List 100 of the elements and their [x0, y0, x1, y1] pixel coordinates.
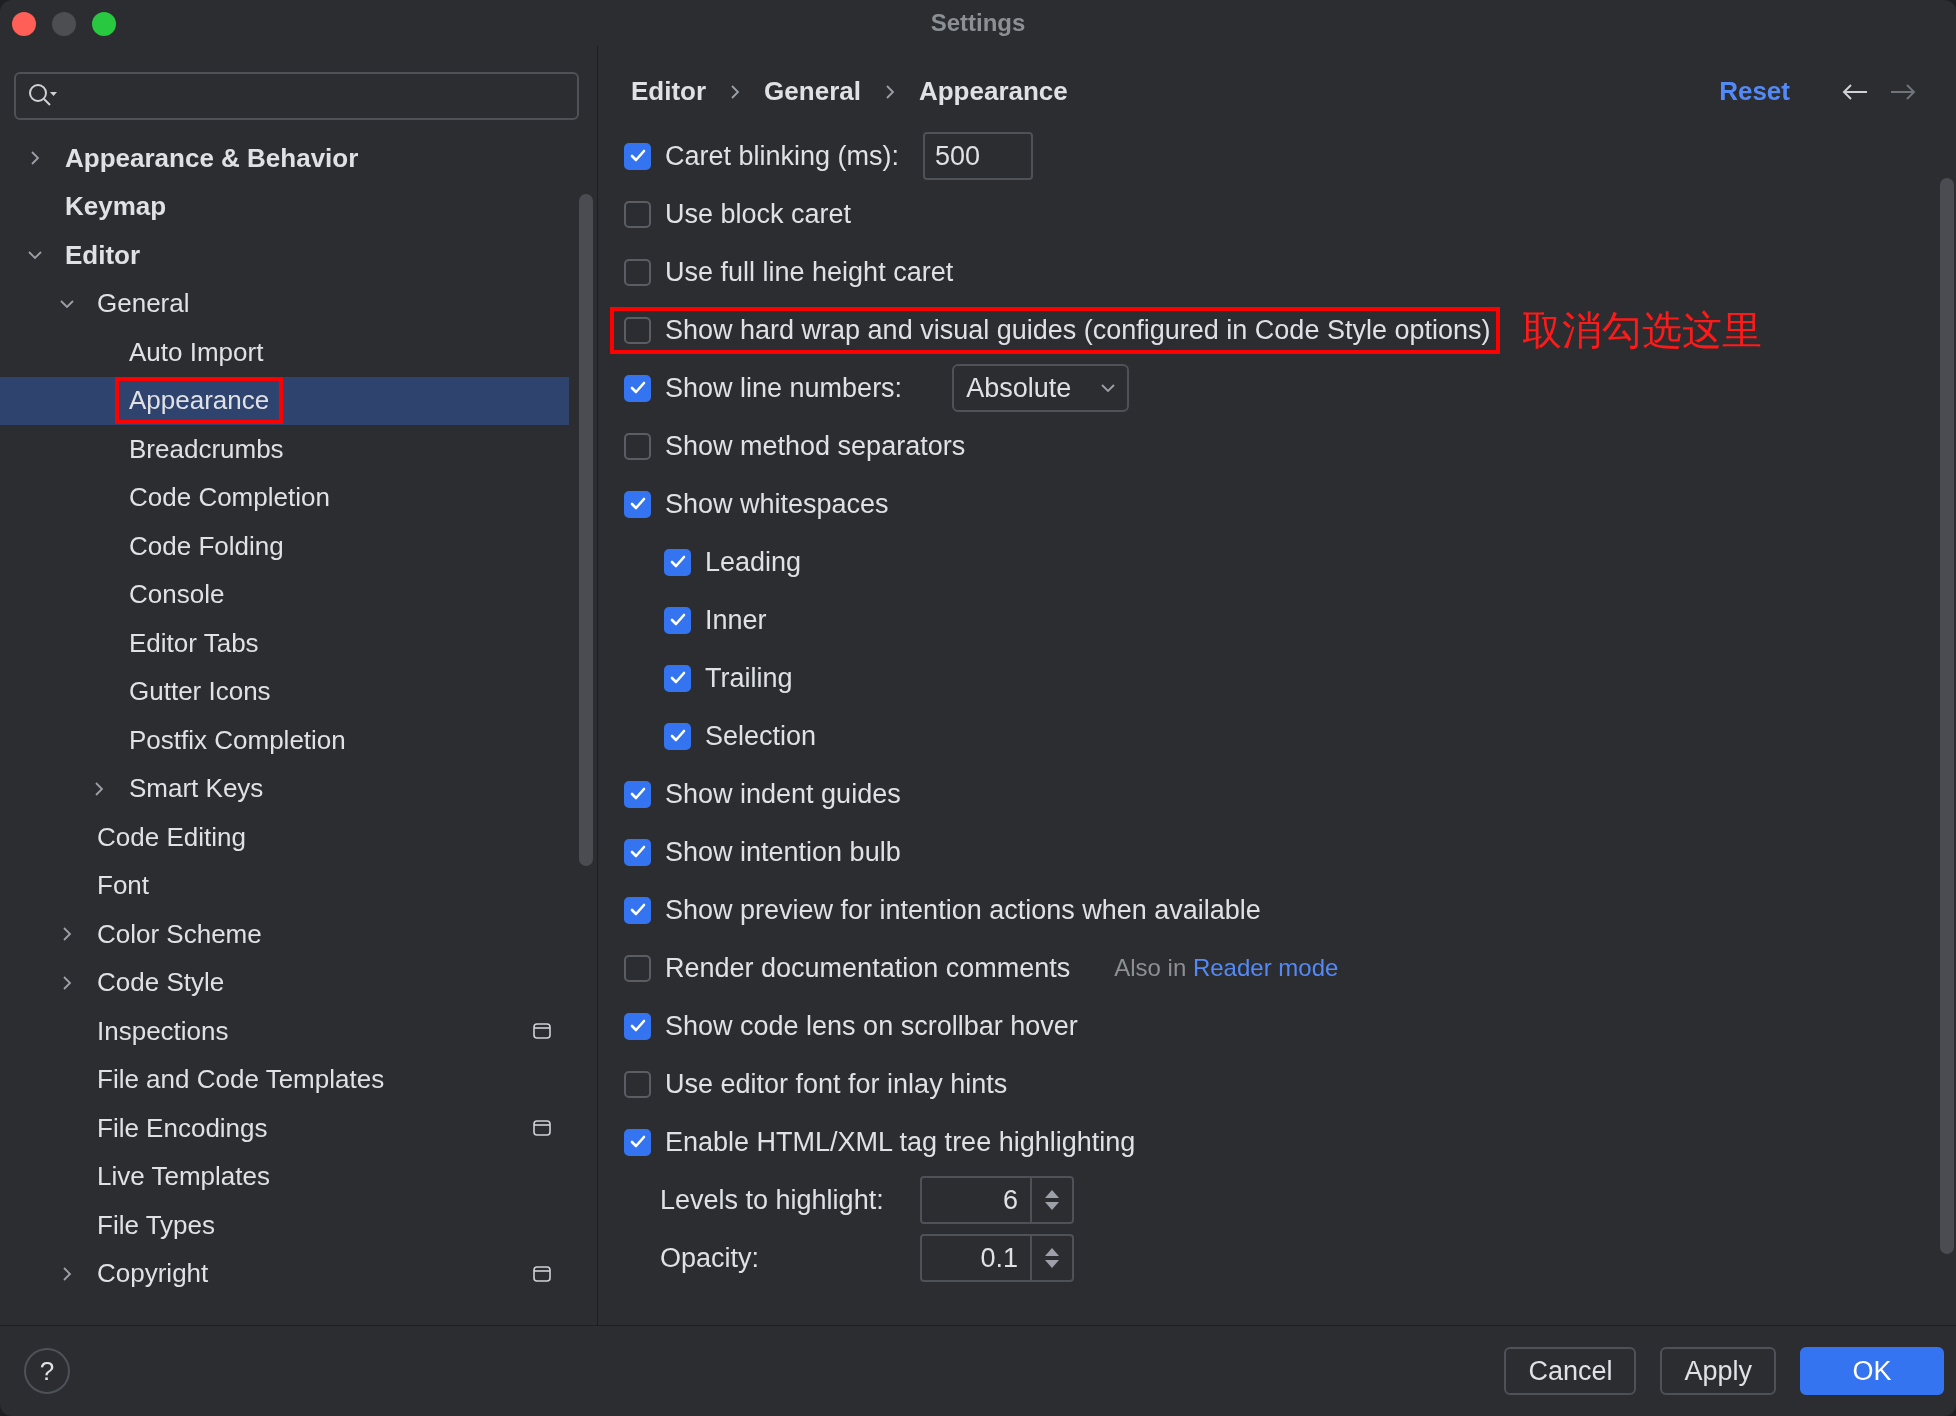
checkbox[interactable]: [664, 548, 691, 576]
tree-item[interactable]: File Encodings: [0, 1104, 569, 1153]
tree-item-label: Gutter Icons: [128, 675, 272, 709]
tree-item[interactable]: Editor: [0, 231, 569, 280]
tree-item-label: General: [96, 287, 191, 321]
tree-item[interactable]: Gutter Icons: [0, 667, 569, 716]
scrollbar-thumb[interactable]: [1940, 178, 1954, 1254]
option-label: Caret blinking (ms):: [665, 140, 900, 172]
checkbox[interactable]: [664, 606, 691, 634]
tree-item[interactable]: Inspections: [0, 1007, 569, 1056]
checkbox[interactable]: [664, 664, 691, 692]
tree-item[interactable]: Code Completion: [0, 473, 569, 522]
spinner-label: Opacity:: [660, 1242, 761, 1274]
number-field[interactable]: 500: [923, 132, 1034, 180]
tree-item[interactable]: Live Templates: [0, 1152, 569, 1201]
checkbox[interactable]: [624, 432, 651, 460]
scrollbar-thumb[interactable]: [579, 194, 593, 866]
window-title: Settings: [930, 9, 1026, 37]
tree-item[interactable]: Font: [0, 861, 569, 910]
up-down-arrows-icon: [1043, 1246, 1061, 1270]
tree-item-label: Live Templates: [96, 1160, 271, 1194]
option-label: Inner: [705, 604, 767, 636]
tree-item[interactable]: Keymap: [0, 182, 569, 231]
checkmark-icon: [629, 497, 646, 511]
tree-item[interactable]: Copyright: [0, 1249, 569, 1298]
option-label: Show method separators: [665, 430, 966, 462]
checkbox[interactable]: [624, 316, 651, 344]
checkmark-icon: [669, 671, 686, 685]
tree-item-label: Editor: [64, 238, 142, 272]
help-button[interactable]: ?: [24, 1348, 70, 1394]
tree-item[interactable]: Auto Import: [0, 328, 569, 377]
breadcrumb[interactable]: Appearance: [918, 76, 1068, 107]
option-label: Trailing: [705, 662, 793, 694]
checkbox[interactable]: [624, 142, 651, 170]
option-label: Show indent guides: [665, 778, 901, 810]
number-field[interactable]: 0.1: [920, 1234, 1032, 1282]
stepper-button[interactable]: [1032, 1176, 1074, 1224]
tree-item[interactable]: Editor Tabs: [0, 619, 569, 668]
checkbox[interactable]: [624, 896, 651, 924]
checkbox[interactable]: [624, 1128, 651, 1156]
tree-item-label: File Encodings: [96, 1111, 269, 1145]
tree-item[interactable]: Smart Keys: [0, 764, 569, 813]
tree-item-label: Code Folding: [128, 529, 285, 563]
tree-item[interactable]: Code Folding: [0, 522, 569, 571]
close-window-button[interactable]: [12, 12, 36, 36]
tree-item[interactable]: Breadcrumbs: [0, 425, 569, 474]
dropdown[interactable]: Absolute: [952, 364, 1130, 412]
tree-item[interactable]: Console: [0, 570, 569, 619]
option-label: Show preview for intention actions when available: [665, 894, 1261, 926]
tree-item[interactable]: File and Code Templates: [0, 1055, 569, 1104]
checkmark-icon: [629, 149, 646, 163]
expand-chevron-icon[interactable]: [60, 927, 74, 942]
tree-item[interactable]: Appearance: [0, 376, 569, 425]
checkbox[interactable]: [624, 838, 651, 866]
breadcrumb[interactable]: General: [764, 76, 861, 107]
tree-item[interactable]: Postfix Completion: [0, 716, 569, 765]
expand-chevron-icon[interactable]: [60, 975, 74, 990]
checkmark-icon: [629, 1019, 646, 1033]
checkmark-icon: [629, 787, 646, 801]
option-label: Show whitespaces: [665, 488, 889, 520]
option-label: Show hard wrap and visual guides (configured in Code Style options): [665, 314, 1491, 346]
checkbox[interactable]: [624, 954, 651, 982]
reader-mode-link[interactable]: Reader mode: [1192, 954, 1339, 981]
forward-arrow-icon[interactable]: [1890, 82, 1916, 101]
checkbox[interactable]: [624, 1012, 651, 1040]
breadcrumb[interactable]: Editor: [631, 76, 707, 107]
tree-item[interactable]: File Types: [0, 1201, 569, 1250]
checkbox[interactable]: [664, 722, 691, 750]
reset-link[interactable]: Reset: [1719, 76, 1790, 107]
dialog-button[interactable]: Cancel: [1504, 1347, 1637, 1395]
option-label: Selection: [705, 720, 817, 752]
tree-item[interactable]: Color Scheme: [0, 910, 569, 959]
tree-item[interactable]: General: [0, 279, 569, 328]
checkbox[interactable]: [624, 490, 651, 518]
expand-chevron-icon[interactable]: [92, 781, 106, 796]
tree-item-label: Keymap: [64, 190, 168, 224]
option-label: Use block caret: [665, 198, 852, 230]
dialog-button[interactable]: Apply: [1660, 1347, 1776, 1395]
back-arrow-icon[interactable]: [1842, 82, 1868, 101]
dialog-button[interactable]: OK: [1800, 1347, 1944, 1395]
zoom-window-button[interactable]: [92, 12, 116, 36]
tree-item-label: Editor Tabs: [128, 626, 260, 660]
tree-item-label: Code Completion: [128, 481, 331, 515]
expand-chevron-icon[interactable]: [28, 151, 42, 166]
checkbox[interactable]: [624, 374, 651, 402]
checkbox[interactable]: [624, 258, 651, 286]
tree-item[interactable]: Appearance & Behavior: [0, 134, 569, 183]
checkmark-icon: [629, 903, 646, 917]
stepper-button[interactable]: [1032, 1234, 1074, 1282]
tree-item[interactable]: Code Style: [0, 958, 569, 1007]
tree-item-label: Font: [96, 869, 151, 903]
expand-chevron-icon[interactable]: [60, 1266, 74, 1281]
checkbox[interactable]: [624, 780, 651, 808]
number-field[interactable]: 6: [920, 1176, 1032, 1224]
search-field[interactable]: [14, 72, 579, 120]
tree-item-label: Auto Import: [128, 335, 265, 369]
checkmark-icon: [669, 613, 686, 627]
checkbox[interactable]: [624, 1070, 651, 1098]
checkbox[interactable]: [624, 200, 651, 228]
tree-item[interactable]: Code Editing: [0, 813, 569, 862]
